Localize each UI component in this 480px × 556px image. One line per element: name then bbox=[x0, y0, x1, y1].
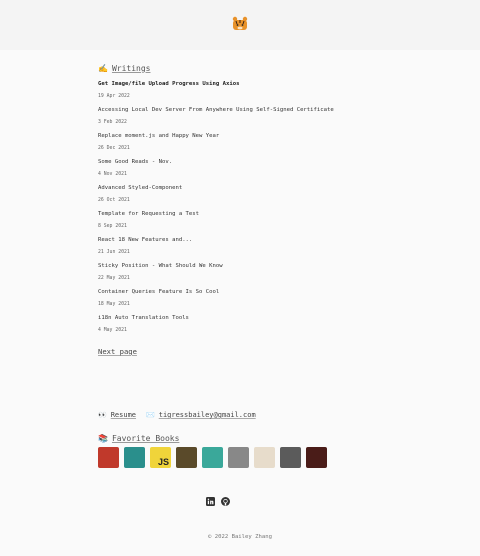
post-date: 19 Apr 2022 bbox=[98, 94, 130, 99]
post-title-link[interactable]: React 18 New Features and... bbox=[98, 236, 398, 244]
post-date: 26 Dec 2021 bbox=[98, 146, 130, 151]
email-link[interactable]: ✉️ tigressbailey@gmail.com bbox=[146, 411, 256, 419]
book-covers: JS bbox=[98, 447, 327, 468]
post-title-link[interactable]: Some Good Reads - Nov. bbox=[98, 158, 398, 166]
post-list: Get Image/file Upload Progress Using Axi… bbox=[98, 80, 398, 334]
post-date: 4 Nov 2021 bbox=[98, 172, 127, 177]
post-title-link[interactable]: Template for Requesting a Test bbox=[98, 210, 398, 218]
books-title: Favorite Books bbox=[111, 433, 180, 443]
post-title-link[interactable]: Replace moment.js and Happy New Year bbox=[98, 132, 398, 140]
post-title-link[interactable]: Advanced Styled-Component bbox=[98, 184, 398, 192]
tiger-emoji-icon[interactable] bbox=[231, 15, 249, 33]
post-title-link[interactable]: i18n Auto Translation Tools bbox=[98, 314, 398, 322]
eyes-icon: 👀 bbox=[98, 411, 107, 419]
book-cover-5[interactable] bbox=[202, 447, 223, 468]
social-links bbox=[206, 497, 230, 506]
post-title-link[interactable]: Sticky Position - What Should We Know bbox=[98, 262, 398, 270]
resume-label[interactable]: Resume bbox=[111, 411, 136, 419]
post-title-link[interactable]: Accessing Local Dev Server From Anywhere… bbox=[98, 106, 398, 114]
post-item: Accessing Local Dev Server From Anywhere… bbox=[98, 106, 398, 126]
book-cover-1[interactable] bbox=[98, 447, 119, 468]
post-item: i18n Auto Translation Tools 4 May 2021 bbox=[98, 314, 398, 334]
post-item: Sticky Position - What Should We Know 22 … bbox=[98, 262, 398, 282]
post-date: 26 Oct 2021 bbox=[98, 198, 130, 203]
book-cover-label: JS bbox=[157, 457, 169, 467]
writing-hand-icon: ✍️ bbox=[98, 63, 108, 73]
footer-copyright: © 2022 Bailey Zhang bbox=[208, 534, 272, 540]
post-date: 8 Sep 2021 bbox=[98, 224, 127, 229]
book-cover-7[interactable] bbox=[254, 447, 275, 468]
next-page-link[interactable]: Next page bbox=[98, 347, 398, 356]
book-cover-js[interactable]: JS bbox=[150, 447, 171, 468]
post-title-link[interactable]: Container Queries Feature Is So Cool bbox=[98, 288, 398, 296]
book-cover-8[interactable] bbox=[280, 447, 301, 468]
post-item: Container Queries Feature Is So Cool 18 M… bbox=[98, 288, 398, 308]
post-item: React 18 New Features and... 21 Jun 2021 bbox=[98, 236, 398, 256]
envelope-icon: ✉️ bbox=[146, 411, 155, 419]
post-item: Advanced Styled-Component 26 Oct 2021 bbox=[98, 184, 398, 204]
post-date: 21 Jun 2021 bbox=[98, 250, 130, 255]
book-cover-9[interactable] bbox=[306, 447, 327, 468]
post-item: Template for Requesting a Test 8 Sep 2021 bbox=[98, 210, 398, 230]
post-item: Replace moment.js and Happy New Year 26 D… bbox=[98, 132, 398, 152]
post-date: 18 May 2021 bbox=[98, 302, 130, 307]
resume-link[interactable]: 👀 Resume bbox=[98, 411, 136, 419]
post-title-link[interactable]: Get Image/file Upload Progress Using Axi… bbox=[98, 80, 398, 88]
github-icon[interactable] bbox=[221, 497, 230, 506]
top-bar bbox=[0, 0, 480, 50]
post-date: 3 Feb 2022 bbox=[98, 120, 127, 125]
book-cover-2[interactable] bbox=[124, 447, 145, 468]
next-page-label[interactable]: Next page bbox=[98, 347, 137, 356]
writings-heading: ✍️ Writings bbox=[98, 62, 398, 74]
books-icon: 📚 bbox=[98, 433, 108, 443]
main-content: ✍️ Writings Get Image/file Upload Progre… bbox=[98, 62, 398, 357]
post-date: 4 May 2021 bbox=[98, 328, 127, 333]
post-date: 22 May 2021 bbox=[98, 276, 130, 281]
post-item: Get Image/file Upload Progress Using Axi… bbox=[98, 80, 398, 100]
email-address[interactable]: tigressbailey@gmail.com bbox=[159, 411, 256, 419]
book-cover-4[interactable] bbox=[176, 447, 197, 468]
post-item: Some Good Reads - Nov. 4 Nov 2021 bbox=[98, 158, 398, 178]
books-heading: 📚 Favorite Books bbox=[98, 432, 179, 444]
contact-links: 👀 Resume ✉️ tigressbailey@gmail.com bbox=[98, 411, 256, 419]
writings-title: Writings bbox=[111, 63, 151, 73]
linkedin-icon[interactable] bbox=[206, 497, 215, 506]
book-cover-6[interactable] bbox=[228, 447, 249, 468]
